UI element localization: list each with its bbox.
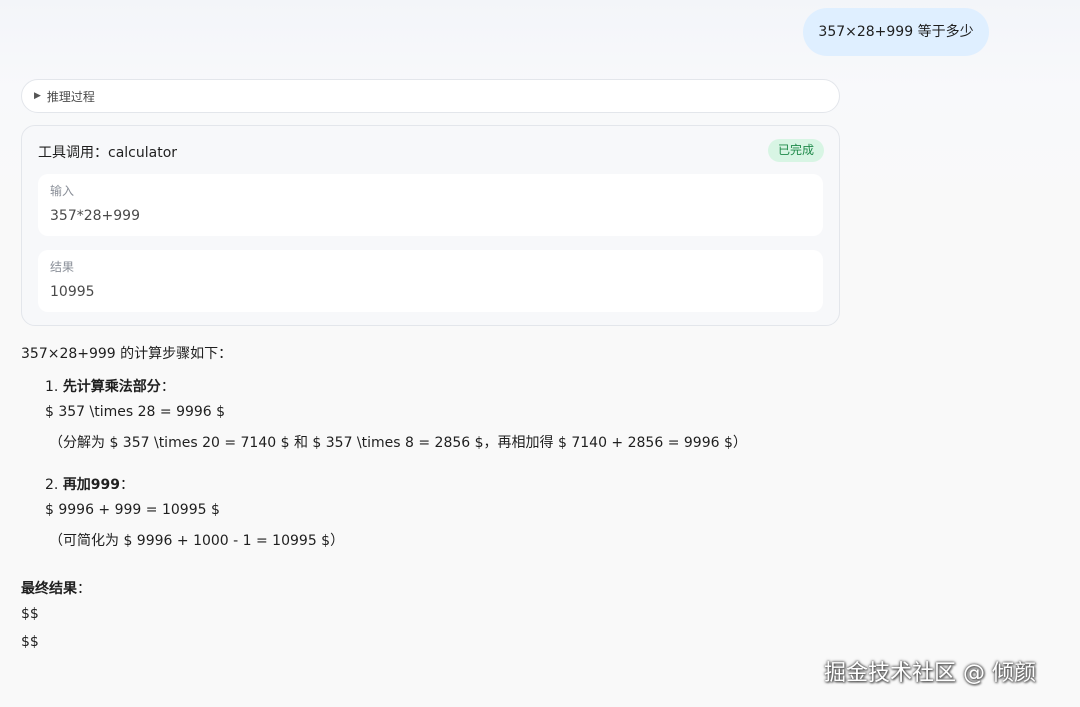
step-2-heading: 2. 再加999： <box>45 474 134 494</box>
final-result-line-1: $$ <box>21 606 39 622</box>
tool-input-label: 输入 <box>50 184 75 198</box>
caret-right-icon: ▶ <box>34 91 41 101</box>
reasoning-toggle[interactable]: ▶ 推理过程 <box>21 79 840 113</box>
step-2-note: （可简化为 $ 9996 + 1000 - 1 = 10995 $） <box>49 533 345 549</box>
step-1-colon: ： <box>160 379 175 395</box>
watermark: 掘金技术社区 @ 倾颜 <box>824 661 1036 686</box>
answer-intro: 357×28+999 的计算步骤如下： <box>21 346 233 362</box>
tool-call-card: 工具调用：calculator 已完成 输入 357*28+999 结果 109… <box>21 125 840 326</box>
tool-input-value: 357*28+999 <box>50 208 140 224</box>
final-result-colon: ： <box>77 581 91 597</box>
step-1-formula: $ 357 \times 28 = 9996 $ <box>45 404 226 420</box>
user-message-text: 357×28+999 等于多少 <box>818 24 974 40</box>
tool-call-title: 工具调用：calculator <box>38 145 178 161</box>
step-2-formula: $ 9996 + 999 = 10995 $ <box>45 502 220 518</box>
tool-input-panel: 输入 357*28+999 <box>38 174 823 236</box>
step-1-note: （分解为 $ 357 \times 20 = 7140 $ 和 $ 357 \t… <box>49 435 747 451</box>
step-2-title: 再加999 <box>62 477 121 493</box>
final-result-line-2: $$ <box>21 634 39 650</box>
step-2-number: 2. <box>45 477 63 493</box>
status-badge: 已完成 <box>768 139 825 162</box>
final-result-title: 最终结果 <box>21 581 77 597</box>
step-2-colon: ： <box>120 477 135 493</box>
tool-result-panel: 结果 10995 <box>38 250 823 312</box>
user-message-bubble: 357×28+999 等于多少 <box>803 8 989 56</box>
step-1-heading: 1. 先计算乘法部分： <box>45 376 175 396</box>
step-1-title: 先计算乘法部分 <box>62 379 161 395</box>
reasoning-label: 推理过程 <box>46 89 95 104</box>
tool-result-value: 10995 <box>50 284 95 300</box>
tool-result-label: 结果 <box>50 260 75 274</box>
final-result-heading: 最终结果： <box>21 578 91 598</box>
step-1-number: 1. <box>45 379 63 395</box>
